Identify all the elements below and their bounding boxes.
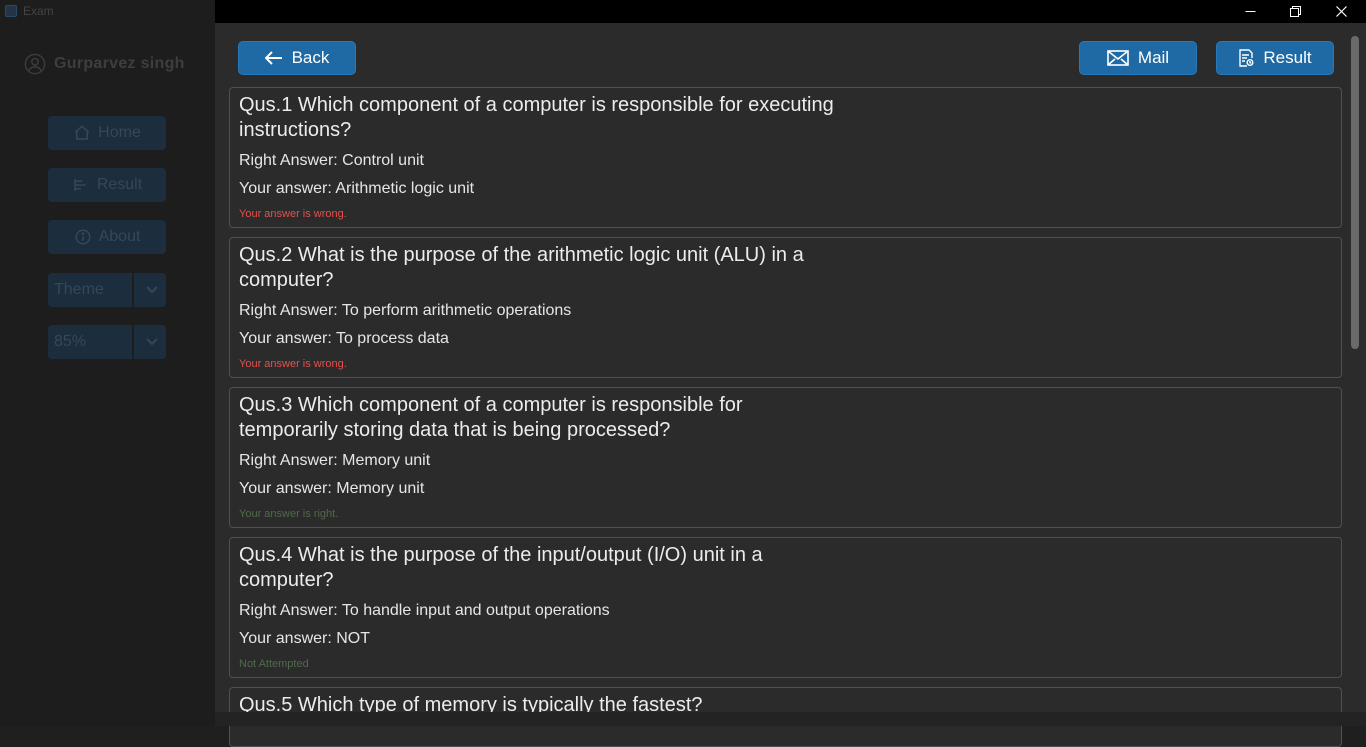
back-button[interactable]: Back <box>238 41 356 75</box>
window-controls <box>215 0 1366 23</box>
results-panel[interactable]: Back Mail Result Qus.1 Which component o… <box>215 23 1366 747</box>
right-answer: Right Answer: Memory unit <box>239 452 431 469</box>
right-answer: Right Answer: To handle input and output… <box>239 602 610 619</box>
info-icon <box>74 228 92 246</box>
window-title: Exam <box>23 4 54 18</box>
minimize-button[interactable] <box>1227 0 1273 23</box>
answer-status: Not Attempted <box>239 658 309 670</box>
question-text: Qus.2 What is the purpose of the arithme… <box>239 244 804 291</box>
question-text: Qus.3 Which component of a computer is r… <box>239 394 743 441</box>
question-text: Qus.4 What is the purpose of the input/o… <box>239 544 763 591</box>
result-nav-label: Result <box>96 176 143 193</box>
close-button[interactable] <box>1318 0 1364 23</box>
answer-status: Your answer is wrong. <box>239 208 347 220</box>
close-icon <box>1335 6 1347 17</box>
your-answer: Your answer: To process data <box>239 330 449 347</box>
minimize-icon <box>1245 11 1255 12</box>
home-label: Home <box>98 124 141 141</box>
home-button[interactable]: Home <box>48 116 166 150</box>
restore-icon <box>1289 6 1301 17</box>
mail-label: Mail <box>1137 48 1170 67</box>
bars-icon <box>72 176 90 194</box>
back-label: Back <box>291 48 330 67</box>
question-card: Qus.1 Which component of a computer is r… <box>229 87 1342 228</box>
question-card: Qus.4 What is the purpose of the input/o… <box>229 537 1342 678</box>
question-text: Qus.1 Which component of a computer is r… <box>239 94 834 141</box>
scale-select-value: 85% <box>54 333 87 350</box>
right-answer: Right Answer: To perform arithmetic oper… <box>239 302 572 319</box>
question-card: Qus.3 Which component of a computer is r… <box>229 387 1342 528</box>
your-answer: Your answer: NOT <box>239 630 371 647</box>
question-card: Qus.2 What is the purpose of the arithme… <box>229 237 1342 378</box>
your-answer: Your answer: Memory unit <box>239 480 425 497</box>
app-icon <box>5 5 17 17</box>
answer-status: Your answer is right. <box>239 508 339 520</box>
theme-select-value: Theme <box>54 281 104 298</box>
answer-status: Your answer is wrong. <box>239 358 347 370</box>
user-icon <box>24 53 46 75</box>
result-nav-button[interactable]: Result <box>48 168 166 202</box>
mail-icon <box>1107 50 1129 66</box>
chevron-down-icon[interactable] <box>138 273 166 307</box>
arrow-left-icon <box>264 51 283 65</box>
restore-button[interactable] <box>1272 0 1318 23</box>
user-profile: Gurparvez singh <box>24 53 185 75</box>
right-answer: Right Answer: Control unit <box>239 152 424 169</box>
mail-button[interactable]: Mail <box>1079 41 1197 75</box>
result-button[interactable]: Result <box>1216 41 1334 75</box>
report-icon <box>1238 49 1254 67</box>
about-label: About <box>98 228 141 245</box>
scale-select[interactable]: 85% <box>48 325 166 359</box>
chevron-down-icon[interactable] <box>138 325 166 359</box>
user-name: Gurparvez singh <box>54 55 185 72</box>
about-button[interactable]: About <box>48 220 166 254</box>
bottom-edge <box>215 712 1366 726</box>
theme-select[interactable]: Theme <box>48 273 166 307</box>
result-label: Result <box>1263 48 1312 67</box>
home-icon <box>73 124 91 142</box>
title-bar: Exam <box>0 0 215 23</box>
your-answer: Your answer: Arithmetic logic unit <box>239 180 475 197</box>
scrollbar-thumb[interactable] <box>1351 36 1359 349</box>
sidebar: Exam Gurparvez singh Home Result About T… <box>0 0 215 726</box>
